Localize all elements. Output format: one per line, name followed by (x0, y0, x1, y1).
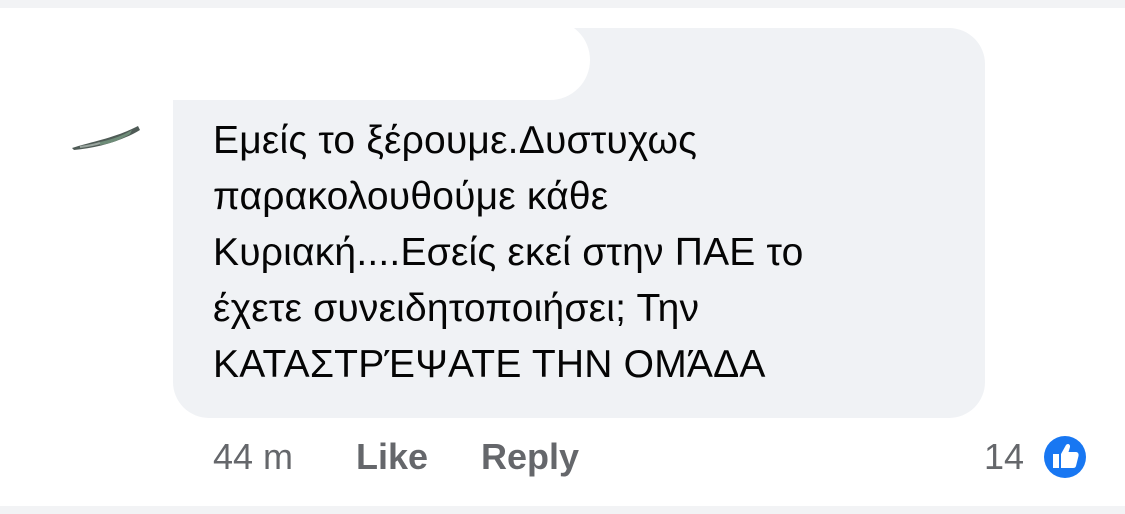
comment-actions-row: 44 m Like Reply 14 (0, 432, 1125, 482)
comment-text: Εμείς το ξέρουμε.Δυστυχως παρακολουθούμε… (213, 119, 804, 386)
avatar[interactable] (70, 118, 142, 154)
avatar-image (72, 126, 140, 150)
thumbs-up-icon[interactable] (1040, 432, 1090, 482)
like-button[interactable]: Like (356, 432, 428, 482)
top-divider (0, 0, 1125, 8)
bottom-divider (0, 506, 1125, 514)
redacted-author-name (160, 20, 590, 100)
reply-button[interactable]: Reply (481, 432, 579, 482)
comment-timestamp[interactable]: 44 m (213, 432, 293, 482)
reaction-count[interactable]: 14 (984, 432, 1024, 482)
